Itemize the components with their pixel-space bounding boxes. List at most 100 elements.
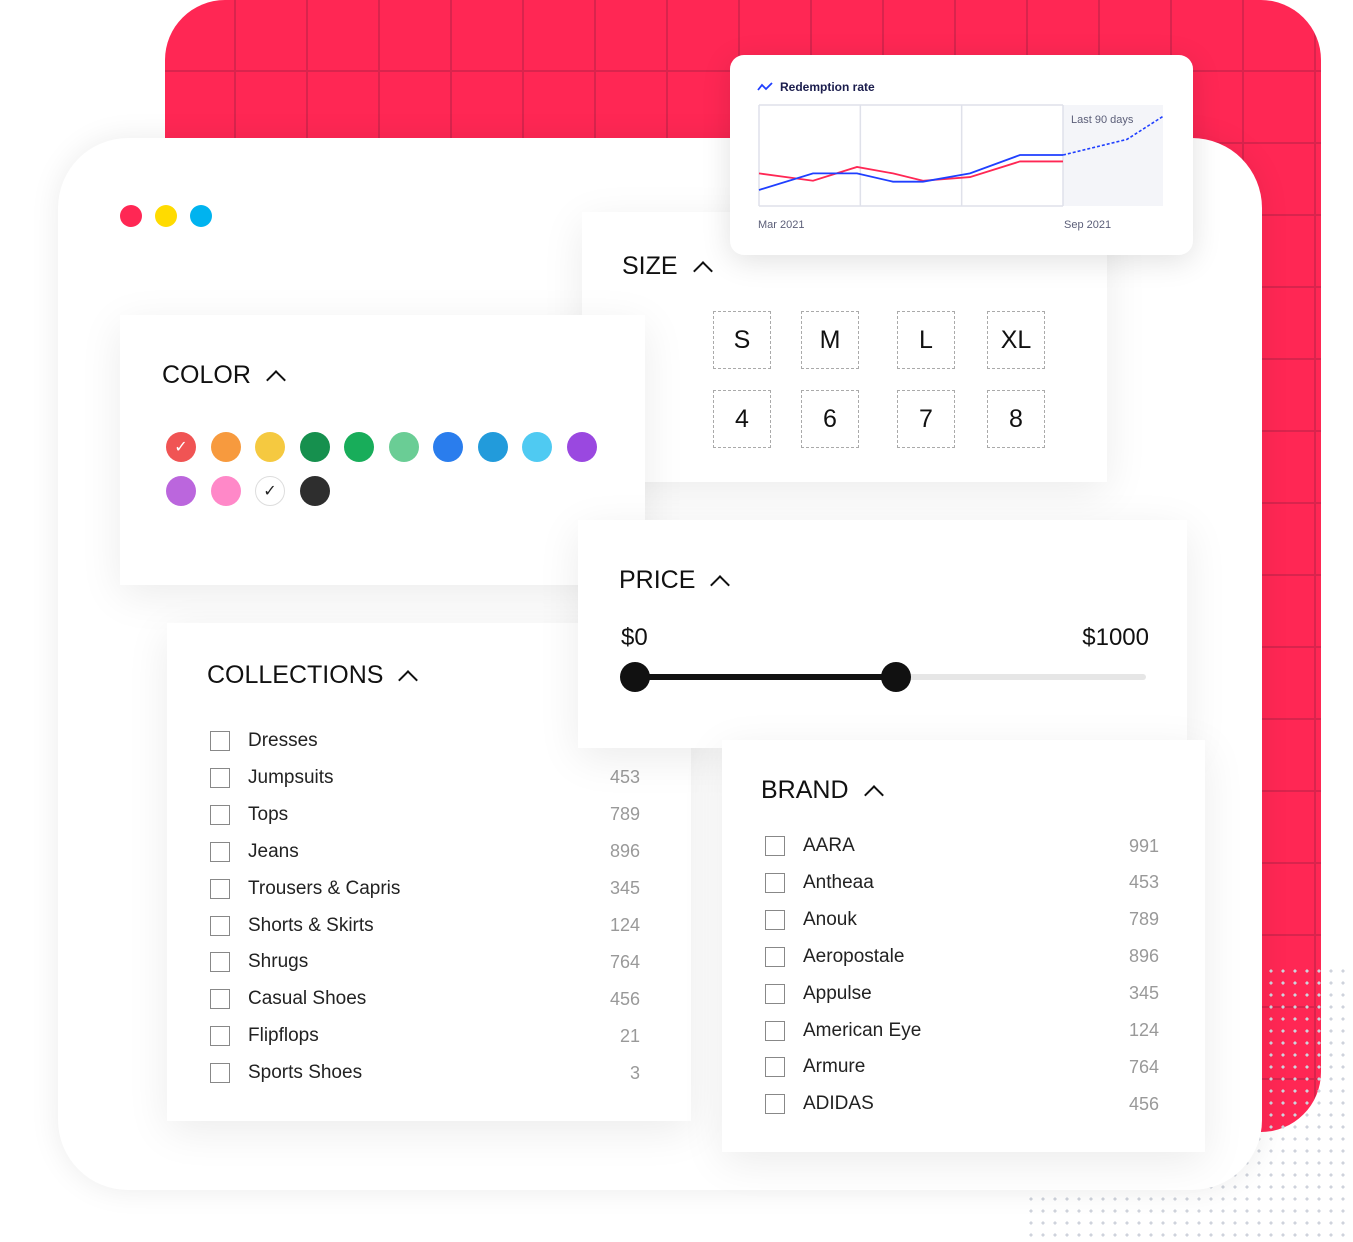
series-line-0 — [758, 160, 1063, 182]
size-option[interactable]: 7 — [897, 390, 955, 448]
collections-item[interactable]: Flipflops 21 — [210, 1021, 640, 1051]
checkbox[interactable] — [210, 952, 230, 973]
checkbox[interactable] — [210, 767, 230, 788]
collections-item[interactable]: Casual Shoes 456 — [210, 984, 640, 1014]
brand-item-count: 789 — [1128, 909, 1159, 930]
collections-item-count: 789 — [609, 804, 640, 825]
brand-item[interactable]: Anouk 789 — [765, 905, 1159, 935]
size-title: SIZE — [622, 252, 678, 280]
size-option[interactable]: L — [897, 311, 955, 369]
collections-item[interactable]: Jumpsuits 453 — [210, 763, 640, 793]
price-min-handle[interactable] — [620, 662, 650, 692]
checkbox[interactable] — [765, 836, 785, 856]
color-swatch[interactable] — [477, 432, 508, 462]
color-swatch[interactable] — [299, 476, 330, 506]
brand-item-label: AARA — [803, 835, 855, 856]
size-header[interactable]: SIZE — [622, 252, 713, 281]
collections-item-count: 124 — [609, 915, 640, 935]
price-header[interactable]: PRICE — [619, 566, 731, 595]
brand-item-count: 991 — [1128, 835, 1159, 856]
brand-item-count: 764 — [1128, 1056, 1159, 1077]
brand-item[interactable]: American Eye 124 — [765, 1016, 1159, 1046]
collections-item[interactable]: Jeans 896 — [210, 837, 640, 867]
collections-item[interactable]: Dresses — [210, 726, 640, 756]
chevron-up-icon — [710, 574, 731, 595]
collections-item-label: Casual Shoes — [248, 988, 367, 1010]
checkbox[interactable] — [765, 909, 785, 930]
checkbox[interactable] — [210, 1063, 230, 1084]
chevron-up-icon — [266, 369, 286, 390]
brand-item[interactable]: ADIDAS 456 — [765, 1089, 1159, 1119]
checkbox[interactable] — [765, 1057, 785, 1078]
checkmark-icon: ✓ — [174, 439, 188, 456]
window-close-dot[interactable] — [120, 205, 142, 227]
checkbox[interactable] — [765, 1094, 785, 1115]
checkbox[interactable] — [210, 878, 230, 899]
color-header[interactable]: COLOR — [162, 361, 286, 390]
size-option[interactable]: S — [713, 311, 771, 369]
brand-item[interactable]: Appulse 345 — [765, 979, 1159, 1009]
brand-item[interactable]: Armure 764 — [765, 1052, 1159, 1082]
collections-item[interactable]: Trousers & Capris 345 — [210, 874, 640, 904]
color-swatch[interactable] — [388, 432, 419, 462]
checkbox[interactable] — [210, 731, 230, 751]
price-slider-track[interactable] — [620, 662, 1146, 692]
checkbox[interactable] — [210, 841, 230, 862]
series-line-1 — [758, 154, 1063, 191]
collections-item-count: 764 — [609, 951, 640, 972]
brand-panel: BRAND AARA 991 Antheaa 453 Anouk 789 Aeroposta… — [722, 740, 1205, 1152]
collections-header[interactable]: COLLECTIONS — [207, 661, 419, 690]
color-swatch[interactable] — [210, 432, 241, 462]
color-swatch[interactable] — [166, 476, 196, 506]
collections-item-label: Shrugs — [248, 951, 309, 973]
chevron-up-icon — [398, 669, 419, 690]
checkbox[interactable] — [765, 872, 785, 893]
price-max-handle[interactable] — [880, 662, 911, 692]
checkbox[interactable] — [765, 946, 785, 967]
chevron-up-icon — [692, 260, 713, 281]
color-swatch[interactable] — [299, 432, 330, 462]
checkbox[interactable] — [210, 989, 230, 1010]
window-maximize-dot[interactable] — [190, 205, 212, 227]
color-swatch[interactable]: ✓ — [166, 432, 196, 462]
color-swatch[interactable] — [433, 432, 463, 462]
redemption-chart-card: Redemption rate Last 90 days Mar 2021 Se… — [730, 55, 1193, 255]
size-option[interactable]: 6 — [801, 390, 859, 448]
brand-item-count: 453 — [1128, 872, 1159, 893]
checkbox[interactable] — [765, 1020, 785, 1041]
collections-item-count: 345 — [609, 878, 640, 899]
checkmark-icon: ✓ — [263, 483, 277, 500]
color-swatch[interactable] — [522, 432, 552, 462]
collections-item[interactable]: Sports Shoes 3 — [210, 1058, 640, 1088]
size-option[interactable]: 8 — [987, 390, 1045, 448]
color-swatch[interactable] — [566, 432, 597, 462]
color-title: COLOR — [162, 361, 251, 389]
x-tick-start: Mar 2021 — [758, 219, 805, 231]
checkbox[interactable] — [210, 1026, 230, 1047]
brand-item[interactable]: AARA 991 — [765, 831, 1159, 861]
checkbox[interactable] — [210, 915, 230, 936]
checkbox[interactable] — [210, 804, 230, 825]
collections-item[interactable]: Shorts & Skirts 124 — [210, 911, 640, 941]
brand-item-label: Appulse — [803, 982, 872, 1004]
collections-item-count: 456 — [609, 988, 640, 1009]
price-min-label: $0 — [621, 624, 648, 651]
size-option[interactable]: 4 — [713, 390, 771, 448]
collections-item[interactable]: Shrugs 764 — [210, 947, 640, 977]
color-swatch[interactable]: ✓ — [255, 476, 285, 506]
brand-item-label: Aeropostale — [803, 945, 905, 967]
brand-header[interactable]: BRAND — [761, 776, 884, 805]
collections-item[interactable]: Tops 789 — [210, 800, 640, 830]
size-option[interactable]: XL — [987, 311, 1045, 369]
price-title: PRICE — [619, 566, 696, 594]
color-swatch[interactable] — [255, 432, 285, 462]
window-minimize-dot[interactable] — [155, 205, 177, 227]
color-swatch[interactable] — [344, 432, 374, 462]
size-option[interactable]: M — [801, 311, 859, 369]
collections-item-count: 896 — [609, 841, 640, 862]
checkbox[interactable] — [765, 983, 785, 1004]
brand-item[interactable]: Antheaa 453 — [765, 868, 1159, 898]
color-swatch[interactable] — [210, 476, 241, 506]
brand-item[interactable]: Aeropostale 896 — [765, 942, 1159, 972]
collections-item-count: 21 — [619, 1025, 640, 1046]
